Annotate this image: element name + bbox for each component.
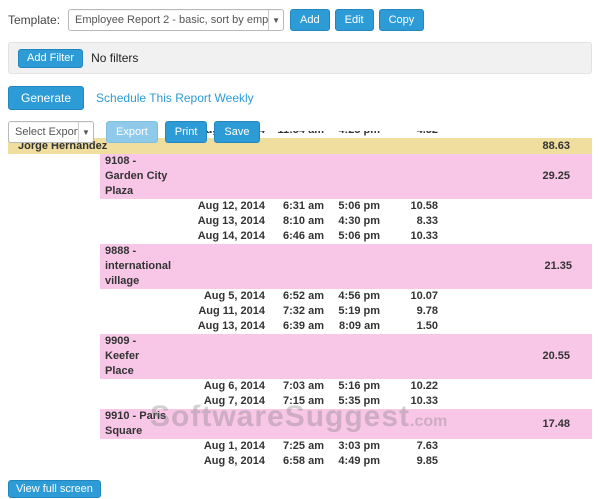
job-name: 9909 - Keefer Place (8, 334, 169, 379)
entry-hours: 1.50 (384, 319, 442, 334)
print-button[interactable]: Print (165, 121, 208, 143)
entry-hours: 8.33 (384, 214, 442, 229)
report-row-entry: Aug 13, 20146:39 am8:09 am1.50 (8, 319, 592, 334)
entry-clock-out: 5:19 pm (327, 304, 384, 319)
save-button[interactable]: Save (214, 121, 259, 143)
edit-template-button[interactable]: Edit (335, 9, 374, 31)
template-select[interactable]: Employee Report 2 - basic, sort by emplo… (68, 9, 284, 31)
entry-date: Aug 5, 2014 (169, 289, 265, 304)
name-line: 9910 - Paris Square (105, 409, 169, 439)
report-row-entry: Aug 7, 20147:15 am5:35 pm10.33 (8, 394, 592, 409)
job-name: 9888 - internationalvillage (8, 244, 171, 289)
entry-date: Aug 6, 2014 (169, 379, 265, 394)
schedule-report-link[interactable]: Schedule This Report Weekly (96, 91, 254, 105)
entry-clock-in: 6:46 am (265, 229, 327, 244)
entry-clock-in: 7:15 am (265, 394, 327, 409)
name-line: 9909 - Keefer Place (105, 334, 169, 379)
view-full-screen-button[interactable]: View full screen (8, 480, 101, 498)
entry-date: Aug 13, 2014 (169, 319, 265, 334)
entry-hours: 10.07 (384, 289, 442, 304)
entry-clock-in: 6:39 am (265, 319, 327, 334)
report-page: Template: Employee Report 2 - basic, sor… (0, 0, 600, 499)
entry-clock-in: 6:58 am (265, 454, 327, 467)
entry-clock-out: 5:16 pm (327, 379, 384, 394)
export-toolbar: Select Export Type ▼ Export Print Save (8, 120, 592, 144)
entry-date: Aug 12, 2014 (169, 199, 265, 214)
job-total-hours: 21.35 (444, 259, 592, 274)
entry-date: Aug 11, 2014 (169, 304, 265, 319)
name-line: 9108 - Garden City Plaza (105, 154, 169, 199)
add-template-button[interactable]: Add (290, 9, 330, 31)
job-name: 9108 - Garden City Plaza (8, 154, 169, 199)
entry-clock-out: 4:30 pm (327, 214, 384, 229)
report-row-entry: Aug 6, 20147:03 am5:16 pm10.22 (8, 379, 592, 394)
chevron-down-icon: ▼ (78, 122, 93, 142)
entry-clock-out: 8:09 am (327, 319, 384, 334)
entry-hours: 9.78 (384, 304, 442, 319)
entry-clock-out: 5:06 pm (327, 229, 384, 244)
report-row-job: 9909 - Keefer Place 20.55 (8, 334, 592, 379)
entry-clock-out: 4:56 pm (327, 289, 384, 304)
filter-status-text: No filters (91, 51, 138, 65)
add-filter-button[interactable]: Add Filter (18, 49, 83, 68)
report-row-entry: Aug 1, 20147:25 am3:03 pm7.63 (8, 439, 592, 454)
entry-clock-in: 7:03 am (265, 379, 327, 394)
chevron-down-icon: ▼ (268, 10, 283, 30)
entry-date: Aug 1, 2014 (169, 439, 265, 454)
entry-clock-in: 7:32 am (265, 304, 327, 319)
entry-hours: 7.63 (384, 439, 442, 454)
name-line: 9888 - international (105, 244, 171, 274)
entry-date: Aug 8, 2014 (169, 454, 265, 467)
generate-toolbar: Generate Schedule This Report Weekly (8, 86, 592, 110)
report-row-job: 9108 - Garden City Plaza 29.25 (8, 154, 592, 199)
entry-clock-in: 6:52 am (265, 289, 327, 304)
job-total-hours: 29.25 (442, 169, 592, 184)
report-row-entry: Aug 5, 20146:52 am4:56 pm10.07 (8, 289, 592, 304)
entry-hours: 10.22 (384, 379, 442, 394)
name-line: village (105, 274, 171, 289)
entry-clock-out: 5:06 pm (327, 199, 384, 214)
template-label: Template: (8, 13, 60, 27)
job-total-hours: 17.48 (442, 417, 592, 432)
filter-bar: Add Filter No filters (8, 42, 592, 74)
entry-hours: 10.33 (384, 229, 442, 244)
export-type-select[interactable]: Select Export Type ▼ (8, 121, 94, 143)
footer-bar: View full screen (8, 479, 592, 498)
export-type-select-value: Select Export Type (9, 126, 78, 138)
export-button[interactable]: Export (106, 121, 158, 143)
entry-clock-out: 4:49 pm (327, 454, 384, 467)
report-row-job: 9910 - Paris Square 17.48 (8, 409, 592, 439)
entry-date: Aug 13, 2014 (169, 214, 265, 229)
report-row-entry: Aug 12, 20146:31 am5:06 pm10.58 (8, 199, 592, 214)
job-name: 9910 - Paris Square (8, 409, 169, 439)
report-row-job: 9888 - internationalvillage 21.35 (8, 244, 592, 289)
entry-clock-out: 5:35 pm (327, 394, 384, 409)
entry-date: Aug 7, 2014 (169, 394, 265, 409)
entry-hours: 9.85 (384, 454, 442, 467)
entry-clock-in: 6:31 am (265, 199, 327, 214)
report-table: Aug 14, 201411:54 am4:25 pm4.52Jorge Her… (8, 131, 592, 467)
template-select-value: Employee Report 2 - basic, sort by emplo… (69, 14, 268, 26)
entry-clock-in: 8:10 am (265, 214, 327, 229)
report-row-entry: Aug 11, 20147:32 am5:19 pm9.78 (8, 304, 592, 319)
report-row-entry: Aug 14, 20146:46 am5:06 pm10.33 (8, 229, 592, 244)
report-row-entry: Aug 8, 20146:58 am4:49 pm9.85 (8, 454, 592, 467)
entry-clock-out: 3:03 pm (327, 439, 384, 454)
entry-hours: 10.33 (384, 394, 442, 409)
generate-button[interactable]: Generate (8, 86, 84, 110)
entry-hours: 10.58 (384, 199, 442, 214)
copy-template-button[interactable]: Copy (379, 9, 425, 31)
job-total-hours: 20.55 (442, 349, 592, 364)
entry-clock-in: 7:25 am (265, 439, 327, 454)
template-toolbar: Template: Employee Report 2 - basic, sor… (8, 8, 592, 32)
report-row-entry: Aug 13, 20148:10 am4:30 pm8.33 (8, 214, 592, 229)
entry-date: Aug 14, 2014 (169, 229, 265, 244)
